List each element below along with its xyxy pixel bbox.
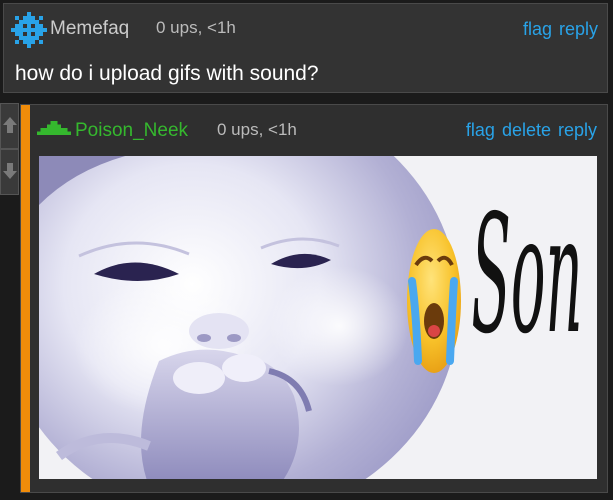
comment-thread: Memefaq 0 ups, <1h flag reply how do i up… <box>0 0 613 500</box>
baby-face <box>39 156 459 479</box>
flag-link[interactable]: flag <box>466 120 495 140</box>
flag-link[interactable]: flag <box>523 19 552 39</box>
reply-link[interactable]: reply <box>559 19 598 39</box>
comment-actions: flag reply <box>516 18 598 40</box>
reply-indicator-bar <box>21 105 30 492</box>
pixel-triangle-icon[interactable] <box>37 121 71 135</box>
comment-username[interactable]: Memefaq <box>50 18 129 40</box>
comment-meta: 0 ups, <1h <box>217 120 297 139</box>
arrow-up-icon <box>3 117 17 133</box>
comment-header: Memefaq 0 ups, <1h flag reply <box>4 4 607 48</box>
upvote-button[interactable] <box>0 103 19 149</box>
comment-actions: flag delete reply <box>459 119 597 141</box>
arrow-down-icon <box>3 163 17 179</box>
comment-username[interactable]: Poison_Neek <box>75 120 188 142</box>
parent-comment: Memefaq 0 ups, <1h flag reply how do i up… <box>3 3 608 93</box>
crying-emoji <box>407 229 461 373</box>
meme-caption: Son <box>471 179 582 370</box>
reply-comment: Poison_Neek 0 ups, <1h flag delete reply <box>20 104 608 493</box>
downvote-button[interactable] <box>0 149 19 195</box>
comment-meta: 0 ups, <1h <box>156 18 236 37</box>
comment-text: how do i upload gifs with sound? <box>15 62 319 85</box>
reply-link[interactable]: reply <box>558 120 597 140</box>
pixel-snowflake-icon[interactable] <box>11 12 47 48</box>
meme-image[interactable]: Son <box>39 156 597 479</box>
comment-header: Poison_Neek 0 ups, <1h flag delete reply <box>21 105 607 145</box>
delete-link[interactable]: delete <box>502 120 551 140</box>
